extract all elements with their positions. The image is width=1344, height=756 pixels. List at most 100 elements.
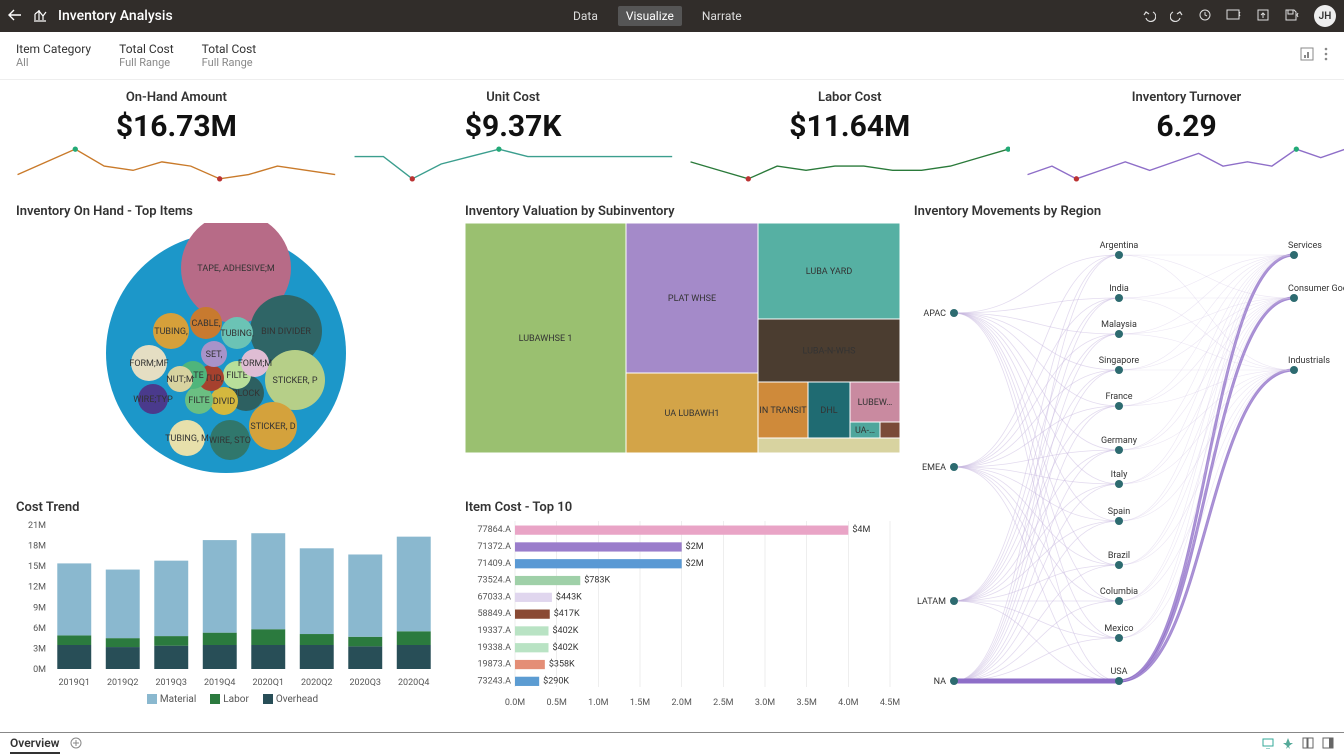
mode-narrate[interactable]: Narrate [694,6,750,26]
undo-icon[interactable] [1142,8,1156,25]
svg-text:LUBAWHSE 1: LUBAWHSE 1 [519,334,573,344]
svg-text:19337.A: 19337.A [477,626,511,636]
mode-tabs: Data Visualize Narrate [565,6,750,26]
svg-text:Services: Services [1288,241,1322,251]
svg-text:6M: 6M [33,624,46,634]
svg-text:India: India [1109,284,1129,294]
svg-text:19873.A: 19873.A [477,660,511,670]
svg-text:BIN DIVIDER: BIN DIVIDER [261,327,311,337]
svg-text:3.5M: 3.5M [796,698,816,708]
svg-text:2020Q3: 2020Q3 [350,678,381,688]
chart-item-cost[interactable]: Item Cost - Top 10 0.0M0.5M1.0M1.5M2.0M2… [465,500,898,728]
svg-text:$290K: $290K [543,675,569,686]
svg-text:3.0M: 3.0M [755,698,775,708]
svg-text:$402K: $402K [552,642,578,653]
top-bar: Inventory Analysis Data Visualize Narrat… [0,0,1344,32]
svg-text:Industrials: Industrials [1288,356,1330,366]
svg-text:DIVID: DIVID [213,397,236,407]
svg-text:Columbia: Columbia [1100,587,1138,597]
auto-insights-icon[interactable] [1300,47,1314,64]
cost-trend-legend: Material Labor Overhead [16,694,449,705]
svg-text:67033.A: 67033.A [477,592,511,602]
kpi-onhand[interactable]: On-Hand Amount $16.73M [16,90,337,196]
svg-text:Germany: Germany [1101,436,1138,446]
svg-text:0.5M: 0.5M [546,698,566,708]
export-icon[interactable] [1256,8,1270,25]
svg-text:Spain: Spain [1108,507,1130,517]
svg-text:LATAM: LATAM [917,597,946,607]
spark-onhand [16,146,337,182]
refresh-icon[interactable] [1198,8,1212,25]
svg-text:2020Q4: 2020Q4 [398,678,429,688]
svg-text:4.5M: 4.5M [880,698,900,708]
svg-text:LUBEW…: LUBEW… [858,398,893,408]
chart-icon [32,7,48,26]
back-icon[interactable] [8,8,22,25]
redo-icon[interactable] [1170,8,1184,25]
svg-text:2019Q2: 2019Q2 [107,678,138,688]
svg-text:2020Q1: 2020Q1 [253,678,284,688]
chart-network[interactable]: Inventory Movements by Region APACEMEALA… [914,204,1344,728]
filter-total-cost-1[interactable]: Total Cost Full Range [119,42,174,69]
filter-item-category[interactable]: Item Category All [16,42,91,69]
svg-text:2020Q2: 2020Q2 [301,678,332,688]
svg-text:Singapore: Singapore [1099,356,1140,366]
svg-text:TUBING,: TUBING, [154,327,188,337]
mode-data[interactable]: Data [565,6,606,26]
more-icon[interactable] [1324,47,1328,64]
svg-text:1.0M: 1.0M [588,698,608,708]
svg-text:STICKER, P: STICKER, P [272,376,317,386]
svg-text:IN TRANSIT: IN TRANSIT [759,406,807,416]
svg-text:Consumer Goods: Consumer Goods [1288,284,1344,294]
spark-turnover [1026,146,1344,182]
svg-text:NA: NA [934,677,946,687]
spark-labor [689,146,1010,182]
svg-text:WIRE, STO: WIRE, STO [209,436,251,446]
svg-text:USA: USA [1110,667,1127,677]
svg-text:9M: 9M [33,603,46,613]
canvas-tab[interactable]: Overview [10,736,60,754]
svg-text:58849.A: 58849.A [477,609,511,619]
svg-text:73524.A: 73524.A [477,576,511,586]
filter-total-cost-2[interactable]: Total Cost Full Range [202,42,257,69]
svg-text:Argentina: Argentina [1100,241,1139,251]
kpi-turnover[interactable]: Inventory Turnover 6.29 [1026,90,1344,196]
svg-text:21M: 21M [28,521,46,531]
kpi-unitcost[interactable]: Unit Cost $9.37K [353,90,674,196]
chart-packed-bubble[interactable]: Inventory On Hand - Top Items TAPE, ADHE… [16,204,449,492]
svg-text:3M: 3M [33,644,46,654]
view-icon[interactable] [1226,8,1242,25]
svg-text:France: France [1105,392,1132,402]
kpi-labor[interactable]: Labor Cost $11.64M [689,90,1010,196]
layout-icon[interactable] [1302,737,1314,752]
chart-cost-trend[interactable]: Cost Trend 0M3M6M9M12M15M18M21M2019Q1201… [16,500,449,728]
svg-text:18M: 18M [28,542,46,552]
top-tools: JH [1142,5,1336,27]
save-icon[interactable] [1284,8,1300,25]
svg-text:$4M: $4M [852,524,870,535]
svg-text:FORM;MF: FORM;MF [129,359,168,369]
user-avatar[interactable]: JH [1314,5,1336,27]
svg-text:4.0M: 4.0M [838,698,858,708]
present-icon[interactable] [1262,737,1274,752]
chart-treemap[interactable]: Inventory Valuation by Subinventory LUBA… [465,204,898,492]
svg-text:$402K: $402K [552,625,578,636]
svg-text:$783K: $783K [584,575,610,586]
add-canvas-icon[interactable] [70,737,82,752]
panel-icon[interactable] [1322,737,1334,752]
svg-text:0.0M: 0.0M [505,698,525,708]
filter-bar: Item Category All Total Cost Full Range … [0,32,1344,80]
svg-text:2019Q1: 2019Q1 [59,678,90,688]
svg-text:LUBA YARD: LUBA YARD [806,267,853,277]
svg-text:$358K: $358K [549,659,575,670]
mode-visualize[interactable]: Visualize [618,6,682,26]
svg-text:$443K: $443K [556,591,582,602]
svg-text:Italy: Italy [1111,470,1128,480]
svg-text:73243.A: 73243.A [477,676,511,686]
canvas: On-Hand Amount $16.73M Unit Cost $9.37K … [0,80,1344,732]
svg-text:FILTE: FILTE [226,371,248,381]
svg-text:Malaysia: Malaysia [1101,320,1137,330]
perf-icon[interactable] [1282,737,1294,752]
svg-text:2.5M: 2.5M [713,698,733,708]
svg-text:Brazil: Brazil [1108,551,1130,561]
